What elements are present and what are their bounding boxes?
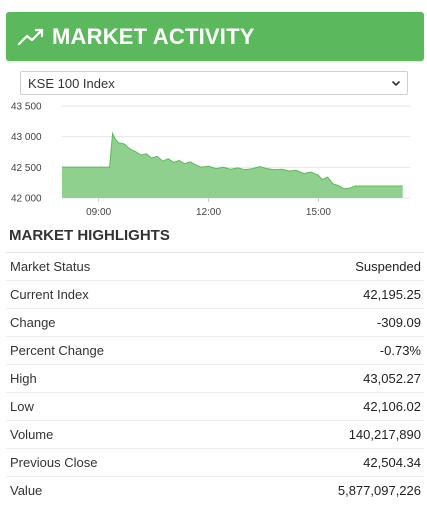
trending-up-icon	[18, 28, 44, 45]
row-label: Previous Close	[10, 455, 98, 470]
row-value: 5,877,097,226	[337, 483, 421, 498]
y-tick-label: 43 000	[11, 132, 42, 143]
row-value: 42,195.25	[363, 287, 421, 302]
row-label: Value	[10, 483, 43, 498]
row-value: 140,217,890	[348, 427, 421, 442]
table-row: Change -309.09	[6, 308, 424, 336]
y-tick-label: 42 500	[11, 163, 42, 174]
page-title: MARKET ACTIVITY	[52, 23, 255, 49]
market-activity-header: MARKET ACTIVITY	[6, 12, 424, 61]
table-row: Percent Change -0.73%	[6, 336, 424, 364]
index-chart: 43 500 43 000 42 500 42 000 09:00 12:00 15:00	[11, 102, 410, 218]
index-select[interactable]: KSE 100 Index	[20, 71, 408, 95]
row-value: -309.09	[376, 315, 421, 330]
row-value: 42,504.34	[363, 455, 421, 470]
row-label: Market Status	[10, 259, 91, 274]
row-label: Low	[10, 399, 34, 414]
table-row: High 43,052.27	[6, 364, 424, 392]
market-highlights-table: Market Status Suspended Current Index 42,19…	[6, 252, 424, 504]
index-select-value: KSE 100 Index	[28, 75, 115, 91]
row-value: -0.73%	[379, 343, 421, 358]
index-area	[62, 133, 403, 198]
row-label: High	[10, 371, 37, 386]
table-row: Low 42,106.02	[6, 392, 424, 420]
row-value: 43,052.27	[363, 371, 421, 386]
table-row: Current Index 42,195.25	[6, 280, 424, 308]
x-tick-label: 09:00	[86, 207, 111, 218]
table-row: Market Status Suspended	[6, 252, 424, 280]
row-value: Suspended	[355, 259, 421, 274]
market-highlights-title: MARKET HIGHLIGHTS	[9, 227, 170, 244]
y-tick-label: 43 500	[11, 102, 42, 113]
table-row: Previous Close 42,504.34	[6, 448, 424, 476]
row-value: 42,106.02	[363, 399, 421, 414]
table-row: Volume 140,217,890	[6, 420, 424, 448]
chevron-down-icon	[391, 80, 401, 87]
table-row: Value 5,877,097,226	[6, 476, 424, 504]
x-tick-label: 15:00	[306, 207, 331, 218]
row-label: Volume	[10, 427, 54, 442]
x-tick-label: 12:00	[196, 207, 221, 218]
row-label: Percent Change	[10, 343, 104, 358]
row-label: Change	[10, 315, 56, 330]
y-tick-label: 42 000	[11, 194, 42, 205]
row-label: Current Index	[10, 287, 89, 302]
